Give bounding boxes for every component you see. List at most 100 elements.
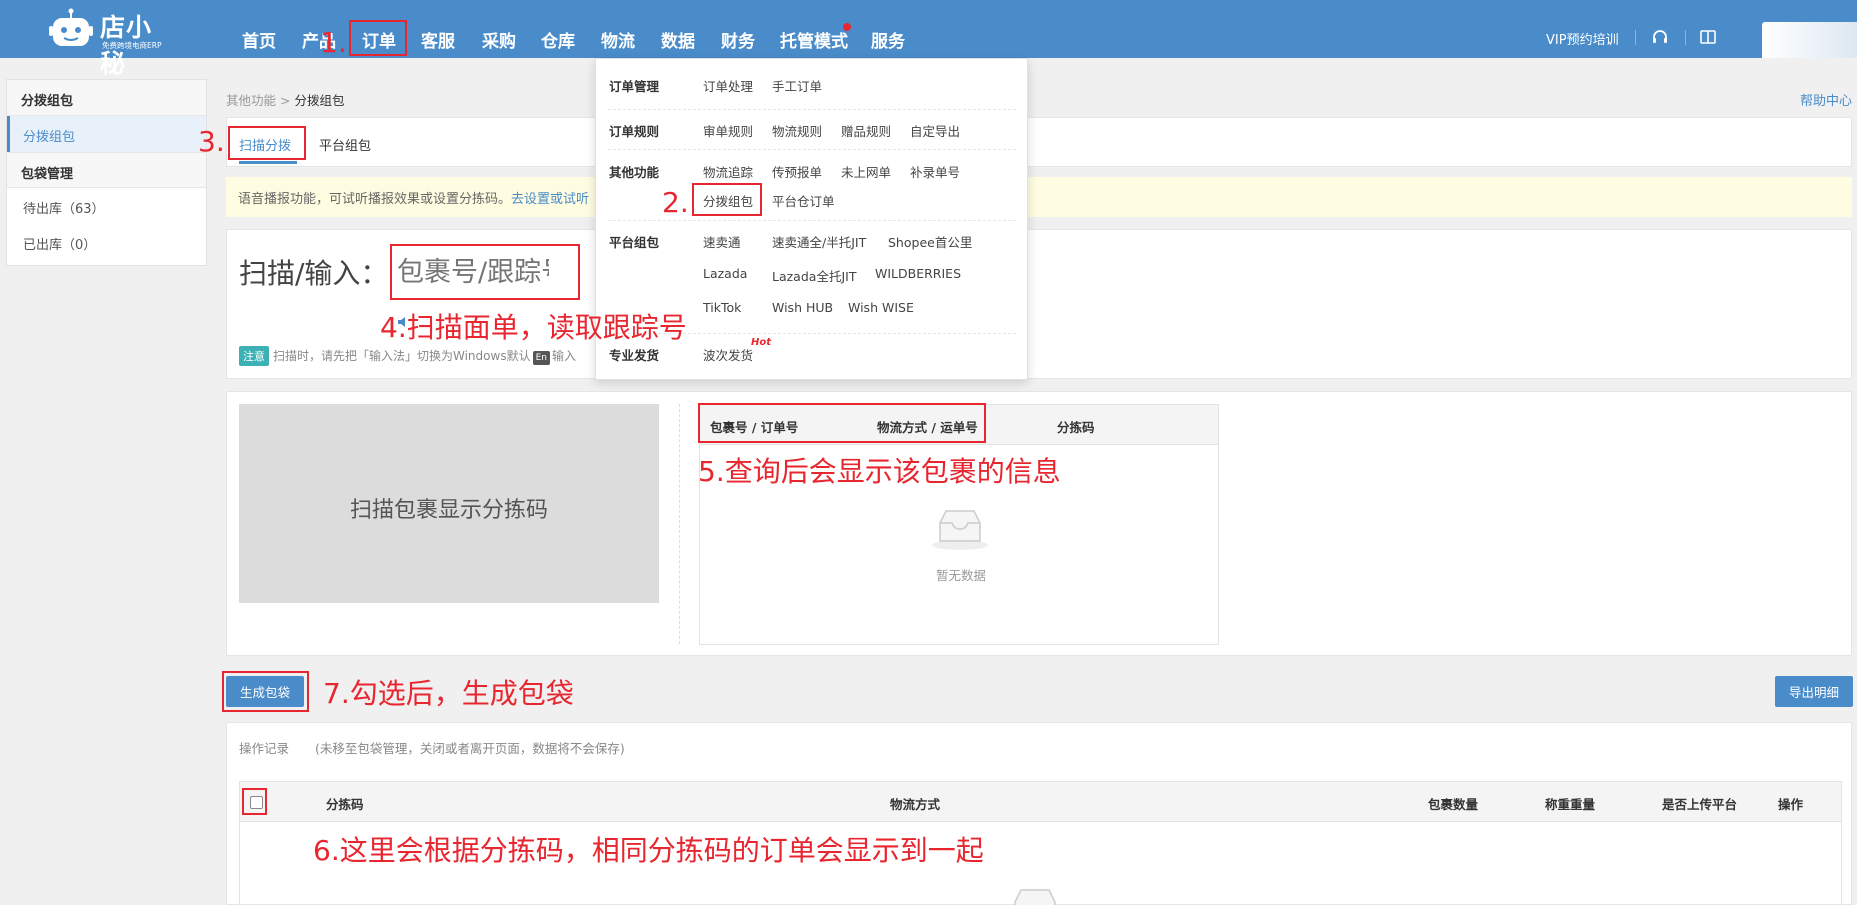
tab-platform-pack[interactable]: 平台组包 xyxy=(319,135,371,154)
nav-managed-mode[interactable]: 托管模式 xyxy=(780,27,848,52)
sidebar-group-sorting: 分拨组包 xyxy=(7,80,206,116)
empty-text: 暂无数据 xyxy=(936,568,987,583)
tabs-panel: 扫描分拨 平台组包 xyxy=(226,117,1852,167)
robot-logo-icon xyxy=(49,8,93,46)
dd-link-wave-shipping[interactable]: 波次发货 xyxy=(703,345,753,364)
sidebar-item-sorting[interactable]: 分拨组包 xyxy=(7,116,206,152)
annotation-step-6: 6.这里会根据分拣码，相同分拣码的订单会显示到一起 xyxy=(313,834,984,867)
dd-link-logistics-rules[interactable]: 物流规则 xyxy=(772,121,822,140)
dd-link-lazada[interactable]: Lazada xyxy=(703,266,747,281)
col-actions: 操作 xyxy=(1778,797,1804,812)
records-panel: 操作记录 (未移至包袋管理，关闭或者离开页面，数据将不会保存) 分拣码 物流方式… xyxy=(226,722,1852,905)
breadcrumb-current: 分拨组包 xyxy=(294,93,345,108)
dd-link-order-processing[interactable]: 订单处理 xyxy=(703,76,753,95)
sidebar-item-shipped[interactable]: 已出库（0） xyxy=(7,224,206,260)
notice-text: 语音播报功能，可试听播报效果或设置分拣码。 xyxy=(238,192,512,207)
empty-box-icon xyxy=(1014,889,1056,905)
voice-notice-bar: 语音播报功能，可试听播报效果或设置分拣码。去设置或试听 xyxy=(226,177,1852,217)
sidebar: 分拨组包 分拨组包 包袋管理 待出库（63） 已出库（0） xyxy=(6,79,207,266)
records-table-header: 分拣码 物流方式 包裹数量 称重重量 是否上传平台 操作 xyxy=(240,782,1841,822)
dd-link-aliexpress[interactable]: 速卖通 xyxy=(703,232,741,251)
note-tail: 输入 xyxy=(551,349,576,363)
annotation-box-order-nav xyxy=(349,20,407,56)
dd-link-gift-rules[interactable]: 赠品规则 xyxy=(841,121,891,140)
nav-data[interactable]: 数据 xyxy=(661,27,695,52)
user-avatar-area[interactable] xyxy=(1762,22,1857,58)
dd-link-wish-wise[interactable]: Wish WISE xyxy=(848,300,914,315)
dd-link-aliexpress-jit[interactable]: 速卖通全/半托JIT xyxy=(772,232,866,251)
active-tab-indicator xyxy=(239,161,297,164)
annotation-box-scan-tab xyxy=(228,126,306,160)
dd-separator xyxy=(608,109,1016,110)
col-package-count: 包裹数量 xyxy=(1428,797,1479,812)
sidebar-group-bag-management: 包袋管理 xyxy=(7,152,206,188)
nav-purchase[interactable]: 采购 xyxy=(482,27,516,52)
dd-category-other: 其他功能 xyxy=(609,165,660,180)
note-badge: 注意 xyxy=(239,346,269,366)
breadcrumb-separator: > xyxy=(280,93,291,108)
dd-link-wildberries[interactable]: WILDBERRIES xyxy=(875,266,961,281)
logo[interactable]: 店小秘 免费跨境电商ERP xyxy=(48,6,176,78)
export-details-button[interactable]: 导出明细 xyxy=(1775,676,1853,707)
annotation-box-generate-button xyxy=(222,671,309,712)
scan-label: 扫描/输入： xyxy=(239,257,389,290)
nav-services[interactable]: 服务 xyxy=(871,27,905,52)
annotation-step-5: 5.查询后会显示该包裹的信息 xyxy=(698,455,1061,488)
dd-category-order-rules: 订单规则 xyxy=(609,124,660,139)
result-panel: 扫描包裹显示分拣码 包裹号 / 订单号 物流方式 / 运单号 分拣码 暂无数据 xyxy=(226,391,1852,656)
nav-finance[interactable]: 财务 xyxy=(721,27,755,52)
book-icon[interactable] xyxy=(1700,30,1716,44)
col-logistics: 物流方式 xyxy=(890,797,941,812)
dd-link-tracking[interactable]: 物流追踪 xyxy=(703,162,753,181)
dd-category-order-management: 订单管理 xyxy=(609,79,660,94)
dd-link-shopee-first-mile[interactable]: Shopee首公里 xyxy=(888,232,972,251)
note-text: 扫描时，请先把「输入法」切换为Windows默认 xyxy=(273,349,531,363)
dd-category-platform-pack: 平台组包 xyxy=(609,235,660,250)
dd-link-custom-export[interactable]: 自定导出 xyxy=(910,121,960,140)
dd-link-supplement-number[interactable]: 补录单号 xyxy=(910,162,960,181)
dd-link-not-online[interactable]: 未上网单 xyxy=(841,162,891,181)
empty-box-icon xyxy=(932,510,988,550)
dd-separator xyxy=(608,149,1016,150)
sort-code-placeholder: 扫描包裹显示分拣码 xyxy=(349,498,548,523)
col-sort-code: 分拣码 xyxy=(326,797,364,812)
records-subtitle: (未移至包袋管理，关闭或者离开页面，数据将不会保存) xyxy=(315,741,625,756)
nav-home[interactable]: 首页 xyxy=(242,27,276,52)
notification-dot xyxy=(843,23,851,31)
sidebar-item-pending[interactable]: 待出库（63） xyxy=(7,188,206,224)
dd-category-pro-shipping: 专业发货 xyxy=(609,348,660,363)
en-key-icon: En xyxy=(532,351,550,365)
top-divider xyxy=(1685,30,1686,45)
vip-training-link[interactable]: VIP预约培训 xyxy=(1546,29,1619,48)
dd-link-platform-warehouse-order[interactable]: 平台仓订单 xyxy=(772,191,835,210)
annotation-box-scan-input xyxy=(390,244,580,300)
dd-link-manual-order[interactable]: 手工订单 xyxy=(772,76,822,95)
annotation-step-3: 3. xyxy=(198,125,225,158)
annotation-box-info-headers xyxy=(698,403,986,443)
dd-separator xyxy=(608,220,1016,221)
annotation-step-4: 4.扫描面单，读取跟踪号 xyxy=(380,311,687,344)
dd-link-tiktok[interactable]: TikTok xyxy=(703,300,741,315)
dd-link-audit-rules[interactable]: 审单规则 xyxy=(703,121,753,140)
notice-settings-link[interactable]: 去设置或试听 xyxy=(511,192,589,207)
records-title: 操作记录 xyxy=(239,741,290,756)
dd-link-wish-hub[interactable]: Wish HUB xyxy=(772,300,833,315)
col-weight: 称重重量 xyxy=(1545,797,1596,812)
hot-badge: Hot xyxy=(751,337,772,348)
breadcrumb-parent[interactable]: 其他功能 xyxy=(226,93,276,108)
col-uploaded: 是否上传平台 xyxy=(1662,797,1738,812)
annotation-box-sorting-pack xyxy=(692,183,762,216)
logo-subtitle: 免费跨境电商ERP xyxy=(102,41,162,50)
help-center-link[interactable]: 帮助中心 xyxy=(1800,90,1852,109)
annotation-box-checkbox xyxy=(242,788,267,815)
dd-link-preadvice[interactable]: 传预报单 xyxy=(772,162,822,181)
annotation-step-1: 1. xyxy=(320,26,347,59)
annotation-step-7: 7.勾选后，生成包袋 xyxy=(323,677,574,710)
nav-warehouse[interactable]: 仓库 xyxy=(541,27,575,52)
sort-code-display: 扫描包裹显示分拣码 xyxy=(239,404,659,603)
annotation-step-2: 2. xyxy=(662,186,689,219)
nav-logistics[interactable]: 物流 xyxy=(601,27,635,52)
nav-service[interactable]: 客服 xyxy=(421,27,455,52)
headset-icon[interactable] xyxy=(1652,29,1668,45)
dd-link-lazada-jit[interactable]: Lazada全托JIT xyxy=(772,266,856,285)
